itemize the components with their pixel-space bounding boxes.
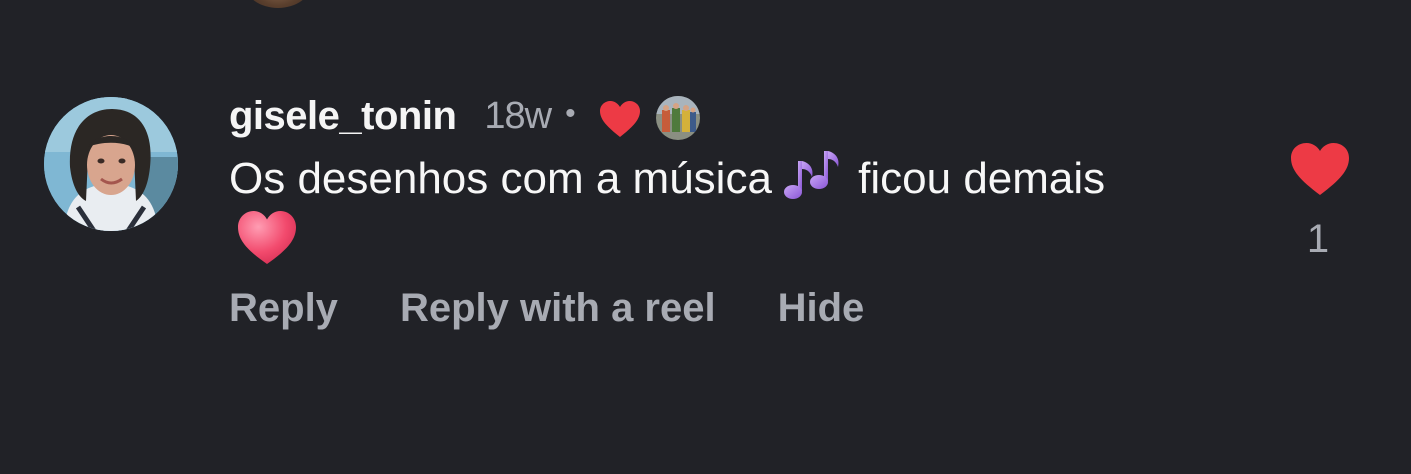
pink-heart-emoji <box>238 211 296 265</box>
timestamp: 18w <box>484 94 552 137</box>
comment-text: Os desenhos com a música ficou demais <box>229 148 1149 272</box>
musical-notes-emoji <box>783 151 839 200</box>
avatar-image <box>44 97 178 231</box>
comment-text-part2: ficou demais <box>858 154 1106 203</box>
author-avatar-image <box>655 96 700 140</box>
comment-screen: gisele_tonin 18w • Os desenhos com a mús… <box>0 0 1411 474</box>
reply-button[interactable]: Reply <box>229 286 338 331</box>
reply-with-reel-button[interactable]: Reply with a reel <box>400 286 716 331</box>
avatar[interactable] <box>44 97 178 231</box>
red-heart-icon <box>599 101 640 137</box>
author-avatar <box>655 96 700 140</box>
separator-dot: • <box>565 97 576 130</box>
comment-text-part1: Os desenhos com a música <box>229 154 772 203</box>
like-column: 1 <box>1284 140 1356 262</box>
heart-icon[interactable] <box>1288 140 1352 198</box>
username[interactable]: gisele_tonin <box>229 94 457 139</box>
comment-meta: gisele_tonin 18w • <box>229 86 1229 146</box>
comment-actions: Reply Reply with a reel Hide <box>229 286 1229 331</box>
like-count[interactable]: 1 <box>1280 217 1356 262</box>
hide-button[interactable]: Hide <box>778 286 865 331</box>
previous-comment-avatar[interactable] <box>245 0 311 8</box>
comment-body: gisele_tonin 18w • Os desenhos com a mús… <box>229 86 1229 331</box>
